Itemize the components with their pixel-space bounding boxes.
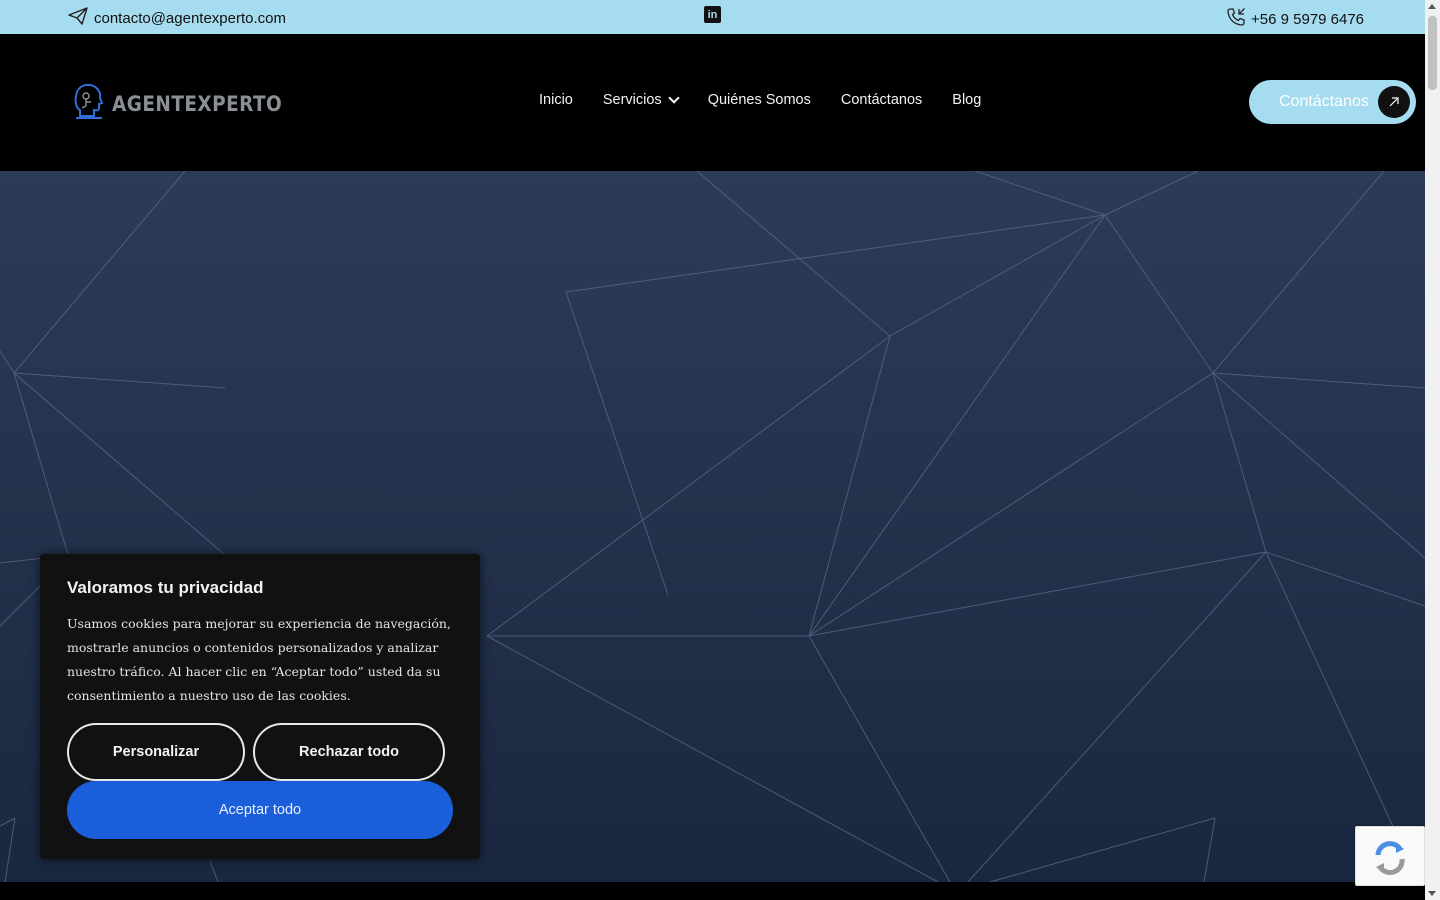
- recaptcha-icon: [1356, 841, 1426, 891]
- nav-item-blog[interactable]: Blog: [952, 92, 981, 108]
- email-text: contacto@agentexperto.com: [94, 9, 287, 27]
- nav-item-label: Blog: [952, 92, 982, 108]
- agent-head-logo-icon: [72, 82, 106, 125]
- accept-all-button[interactable]: Aceptar todo: [67, 781, 453, 839]
- email-link[interactable]: contacto@agentexperto.com: [68, 7, 286, 29]
- phone-text: +56 9 5979 6476: [1251, 10, 1365, 28]
- reject-all-button[interactable]: Rechazar todo: [253, 723, 445, 781]
- nav-item-quienes-somos[interactable]: Quiénes Somos: [708, 92, 811, 108]
- nav-item-label: Quiénes Somos: [707, 92, 811, 108]
- phone-call-icon: [1226, 7, 1246, 31]
- top-contact-bar: contacto@agentexperto.com in +56 9 5979 …: [0, 0, 1425, 34]
- customize-button[interactable]: Personalizar: [67, 723, 245, 781]
- arrow-up-right-icon: [1378, 86, 1410, 118]
- recaptcha-badge[interactable]: [1355, 826, 1425, 886]
- paper-plane-icon: [68, 7, 88, 29]
- nav-item-contactanos[interactable]: Contáctanos: [841, 92, 922, 108]
- site-logo[interactable]: AGENTEXPERTO: [72, 82, 305, 125]
- cookie-consent-dialog: Valoramos tu privacidad Usamos cookies p…: [40, 554, 480, 859]
- linkedin-icon[interactable]: in: [704, 6, 721, 23]
- cookie-title: Valoramos tu privacidad: [67, 578, 264, 597]
- scroll-down-arrow-icon[interactable]: [1428, 891, 1436, 896]
- nav-item-label: Inicio: [539, 92, 573, 108]
- page-bottom-strip: [0, 882, 1425, 900]
- chevron-down-icon: [668, 92, 680, 104]
- contact-cta-button[interactable]: Contáctanos: [1249, 80, 1416, 124]
- site-header: AGENTEXPERTO Inicio Servicios Quiénes So…: [0, 34, 1425, 171]
- scrollbar-thumb[interactable]: [1428, 16, 1437, 90]
- scroll-up-arrow-icon[interactable]: [1428, 4, 1436, 9]
- logo-wordmark: AGENTEXPERTO: [112, 91, 283, 116]
- cookie-description: Usamos cookies para mejorar su experienc…: [67, 616, 451, 703]
- nav-item-servicios[interactable]: Servicios: [602, 92, 680, 108]
- nav-item-inicio[interactable]: Inicio: [539, 92, 573, 108]
- cta-label: Contáctanos: [1279, 93, 1369, 110]
- nav-item-label: Servicios: [602, 92, 662, 108]
- phone-link[interactable]: +56 9 5979 6476: [1226, 7, 1364, 31]
- nav-item-label: Contáctanos: [840, 92, 923, 108]
- page-scrollbar[interactable]: [1425, 0, 1440, 900]
- main-nav: Inicio Servicios Quiénes Somos Contáctan…: [539, 92, 981, 108]
